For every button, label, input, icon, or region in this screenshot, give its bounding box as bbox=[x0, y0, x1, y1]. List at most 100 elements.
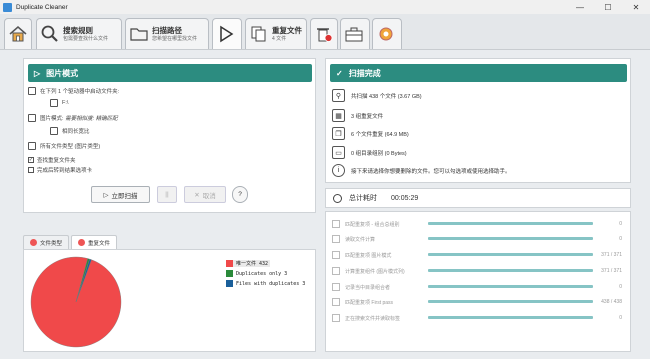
progress-label: 记录当中目录组合者 bbox=[345, 284, 391, 291]
mode-row: 图片模式: 需要相似度: 精确匹配 bbox=[28, 114, 118, 122]
toolbox-icon bbox=[341, 21, 367, 47]
task-icon bbox=[332, 251, 340, 259]
duplicate-icon: ❐ bbox=[332, 127, 345, 140]
progress-label: 匹配重复项 图片模式 bbox=[345, 252, 392, 259]
scan-now-button[interactable]: ▷ 立即扫描 bbox=[91, 186, 150, 203]
tab-scan-path[interactable]: 扫描路径 您希望在哪里找文件 bbox=[125, 18, 209, 49]
tab-toolbox[interactable] bbox=[340, 18, 370, 49]
progress-label: 匹配重复项 First pass bbox=[345, 299, 394, 306]
total-files-row: ⚲ 共扫描 438 个文件 (3.67 GB) bbox=[332, 89, 422, 102]
dup-files-count: 4 文件 bbox=[272, 35, 287, 42]
legend-label: Files with duplicates 3 bbox=[236, 280, 306, 287]
legend-item-2: Files with duplicates 3 bbox=[226, 280, 305, 287]
progress-value: 0 bbox=[619, 315, 622, 321]
home-icon bbox=[5, 21, 31, 47]
drive-row: F:\ bbox=[50, 99, 68, 107]
progress-value: 0 bbox=[619, 284, 622, 290]
pie-chart bbox=[30, 256, 122, 348]
tab-dup-files-label: 重复文件 bbox=[88, 240, 111, 247]
close-button[interactable]: ✕ bbox=[622, 0, 650, 14]
progress-bar bbox=[428, 300, 593, 303]
app-icon bbox=[3, 2, 12, 12]
progress-bar bbox=[428, 316, 593, 319]
types-label: 所有文件类型 (图片类型) bbox=[40, 144, 101, 150]
checkbox-checked[interactable]: ✓ bbox=[28, 157, 34, 163]
chart-tabs: 文件类型 重复文件 bbox=[23, 235, 119, 249]
tab-search-rules[interactable]: 搜索规则 包需要查找什么文件 bbox=[36, 18, 122, 49]
file-icon bbox=[28, 142, 36, 150]
after-scan-label: 完成后转到结果选项卡 bbox=[37, 168, 93, 174]
scan-complete-header: ✓ 扫描完成 bbox=[330, 64, 627, 82]
toolbar: 搜索规则 包需要查找什么文件 扫描路径 您希望在哪里找文件 重复文件 4 文件 bbox=[0, 14, 650, 50]
search-rules-subtitle: 包需要查找什么文件 bbox=[63, 35, 109, 42]
progress-label: 计算重复组件 (图片模式列) bbox=[345, 268, 405, 275]
dup-files-text: 6 个文件重复 (64.9 MB) bbox=[351, 131, 409, 138]
progress-row: 记录当中目录组合者 0 bbox=[332, 281, 626, 293]
play-icon bbox=[213, 21, 239, 47]
image-mode-icon: ▷ bbox=[34, 68, 41, 78]
mode-label: 图片模式: bbox=[40, 116, 64, 122]
progress-value: 0 bbox=[619, 221, 622, 227]
tab-duplicate-files[interactable]: 重复文件 4 文件 bbox=[245, 18, 307, 49]
dup-folder-label: 查找重复文件夹 bbox=[37, 158, 76, 164]
image-mode-title: 图片模式 bbox=[46, 68, 79, 78]
home-tab[interactable] bbox=[4, 18, 32, 49]
info-icon: i bbox=[332, 164, 345, 177]
task-icon bbox=[332, 267, 340, 275]
progress-row: 匹配重复项 First pass 438 / 438 bbox=[332, 296, 626, 308]
folder-icon: ▭ bbox=[332, 146, 345, 159]
task-icon bbox=[332, 314, 340, 322]
clock-icon bbox=[333, 193, 342, 203]
progress-bar bbox=[428, 253, 593, 256]
dup-groups-text: 3 组重复文件 bbox=[351, 113, 384, 120]
total-files-text: 共扫描 438 个文件 (3.67 GB) bbox=[351, 93, 422, 100]
help-button[interactable]: ? bbox=[232, 186, 248, 203]
progress-bar bbox=[428, 237, 593, 240]
pie-icon bbox=[30, 239, 37, 246]
duplicate-files-icon bbox=[246, 21, 272, 47]
minimize-button[interactable]: — bbox=[566, 0, 594, 14]
progress-label: 匹配重复项 - 组合总组别 bbox=[345, 221, 400, 228]
scan-path-title: 扫描路径 bbox=[152, 26, 182, 36]
scan-now-label: 立即扫描 bbox=[111, 192, 138, 200]
types-row: 所有文件类型 (图片类型) bbox=[28, 142, 100, 150]
drive-icon bbox=[50, 99, 58, 107]
pause-button[interactable]: || bbox=[157, 186, 177, 203]
after-scan-checkbox[interactable]: 完成后转到结果选项卡 bbox=[28, 166, 92, 174]
legend-item-0: 唯一文件 432 bbox=[226, 260, 271, 267]
dup-files-row: ❐ 6 个文件重复 (64.9 MB) bbox=[332, 127, 409, 140]
title-bar: Duplicate Cleaner — ☐ ✕ bbox=[0, 0, 650, 14]
checkbox-unchecked[interactable] bbox=[28, 167, 34, 173]
progress-value: 0 bbox=[619, 236, 622, 242]
tip-text: 接下来请选择你想要删除的文件。您可以勾选项或使用选择助手。 bbox=[351, 168, 511, 175]
tab-scan[interactable] bbox=[212, 18, 242, 49]
legend-swatch bbox=[226, 280, 233, 287]
image-mode-header: ▷ 图片模式 bbox=[28, 64, 312, 82]
scan-path-subtitle: 您希望在哪里找文件 bbox=[152, 35, 198, 42]
dup-folder-checkbox[interactable]: ✓ 查找重复文件夹 bbox=[28, 156, 76, 164]
dup-files-title: 重复文件 bbox=[272, 26, 302, 36]
search-rules-title: 搜索规则 bbox=[63, 26, 93, 36]
check-icon: ✓ bbox=[336, 68, 343, 78]
tab-delete[interactable] bbox=[310, 18, 338, 49]
progress-panel: 匹配重复项 - 组合总组别 0 读取文件计算 0 匹配重复项 图片模式 371 … bbox=[325, 211, 631, 352]
progress-bar bbox=[428, 285, 593, 288]
progress-value: 371 / 371 bbox=[601, 268, 622, 274]
cancel-button[interactable]: ✕ 取消 bbox=[184, 186, 226, 203]
play-icon: ▷ bbox=[103, 191, 109, 199]
tab-settings[interactable] bbox=[372, 18, 402, 49]
maximize-button[interactable]: ☐ bbox=[594, 0, 622, 14]
tab-dup-files-chart[interactable]: 重复文件 bbox=[71, 235, 118, 249]
progress-row: 匹配重复项 - 组合总组别 0 bbox=[332, 218, 626, 230]
tab-file-types[interactable]: 文件类型 bbox=[23, 235, 70, 249]
groups-icon: ▦ bbox=[332, 109, 345, 122]
mode-value: 需要相似度: 精确匹配 bbox=[65, 116, 118, 122]
similar-row: 相同长宽比 bbox=[50, 127, 90, 135]
tip-row: i 接下来请选择你想要删除的文件。您可以勾选项或使用选择助手。 bbox=[332, 164, 511, 177]
trash-icon bbox=[311, 21, 337, 47]
scan-in-label: 在下列 1 个驱动器中启动文件夹: bbox=[40, 89, 120, 95]
progress-label: 读取文件计算 bbox=[345, 236, 376, 243]
folder-icon bbox=[126, 21, 152, 47]
task-icon bbox=[332, 298, 340, 306]
close-icon: ✕ bbox=[194, 191, 200, 199]
